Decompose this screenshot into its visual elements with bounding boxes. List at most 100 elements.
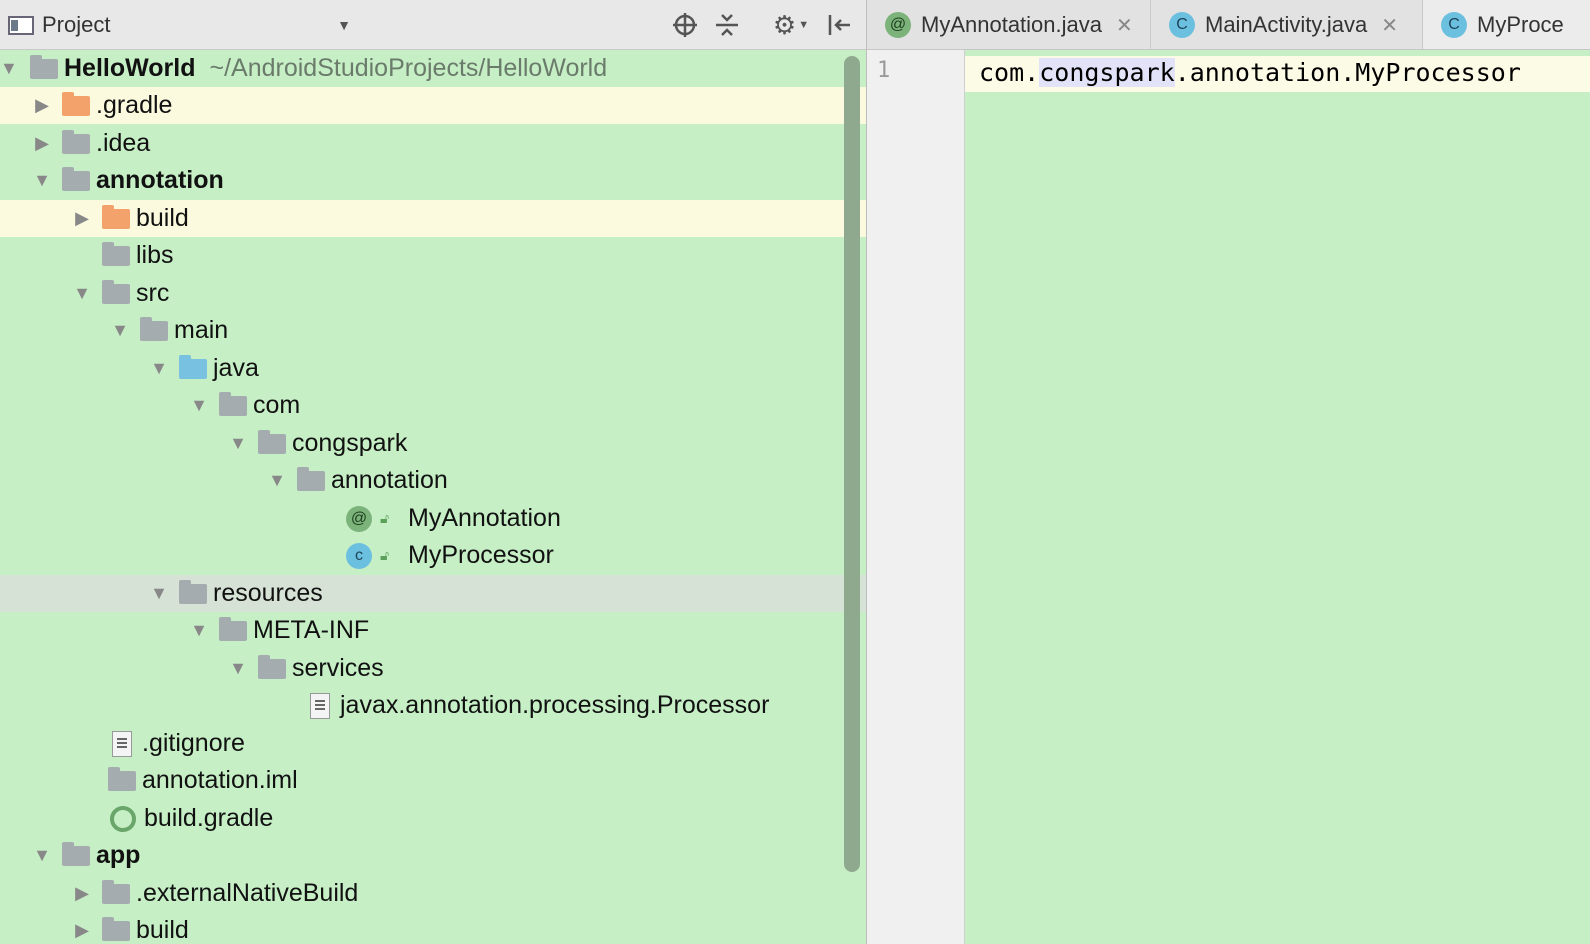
tree-label: resources [213, 579, 323, 607]
tab-myprocessor[interactable]: C MyProce [1423, 0, 1590, 49]
folder-icon [102, 204, 130, 229]
tree-label: MyProcessor [408, 541, 554, 569]
tree-row-idea[interactable]: ▶ .idea [0, 125, 866, 162]
tree-label: .externalNativeBuild [136, 879, 359, 907]
tree-label: MyAnnotation [408, 504, 561, 532]
tree-row-myannotation[interactable]: @ 🔓︎ MyAnnotation [0, 500, 866, 537]
code-line[interactable]: com.congspark.annotation.MyProcessor [979, 58, 1521, 87]
tree-row-build-gradle[interactable]: build.gradle [0, 800, 866, 837]
folder-icon [62, 91, 90, 116]
tree-label: app [96, 841, 141, 869]
gradle-icon [110, 805, 136, 832]
tree-row-gitignore[interactable]: .gitignore [0, 725, 866, 762]
folder-icon [258, 654, 286, 679]
tree-row-java[interactable]: ▼ java [0, 350, 866, 387]
tree-row-processor-file[interactable]: javax.annotation.processing.Processor [0, 687, 866, 724]
line-number-gutter: 1 [867, 50, 965, 944]
package-icon [297, 466, 325, 491]
tree-label: build [136, 204, 189, 232]
module-folder-icon [62, 841, 90, 866]
tab-myannotation[interactable]: @ MyAnnotation.java ✕ [867, 0, 1151, 49]
tree-row-annotation-module[interactable]: ▼ annotation [0, 162, 866, 199]
unlocked-icon: 🔓︎ [380, 547, 390, 563]
expand-arrow-icon[interactable]: ▼ [147, 358, 171, 379]
editor-panel: @ MyAnnotation.java ✕ C MainActivity.jav… [866, 0, 1590, 944]
tab-label: MyAnnotation.java [921, 12, 1102, 37]
project-tree: ▼ HelloWorld ~/AndroidStudioProjects/Hel… [0, 50, 866, 944]
tree-label: com [253, 391, 301, 419]
tree-row-build[interactable]: ▶ build [0, 200, 866, 237]
tab-label: MyProce [1477, 12, 1564, 37]
annotation-class-icon: @ [346, 505, 372, 532]
collapsed-arrow-icon[interactable]: ▶ [30, 133, 54, 154]
folder-icon [219, 616, 247, 641]
expand-arrow-icon[interactable]: ▼ [187, 395, 211, 416]
tree-row-libs[interactable]: libs [0, 237, 866, 274]
tree-row-annotation-package[interactable]: ▼ annotation [0, 462, 866, 499]
close-icon[interactable]: ✕ [1381, 13, 1398, 38]
expand-arrow-icon[interactable]: ▼ [108, 320, 132, 341]
expand-arrow-icon[interactable]: ▼ [0, 58, 18, 79]
tree-row-gradle[interactable]: ▶ .gradle [0, 87, 866, 124]
folder-icon [102, 879, 130, 904]
expand-arrow-icon[interactable]: ▼ [226, 658, 250, 679]
code-text: .annotation.MyProcessor [1174, 58, 1521, 87]
locate-icon[interactable] [670, 0, 700, 50]
project-view-title[interactable]: Project [42, 0, 110, 50]
tree-scrollbar[interactable] [844, 56, 860, 872]
class-icon: C [1441, 12, 1467, 38]
folder-icon [102, 916, 130, 941]
tree-row-resources[interactable]: ▼ resources [0, 575, 866, 612]
tree-label: java [213, 354, 259, 382]
tree-row-com[interactable]: ▼ com [0, 387, 866, 424]
gear-icon[interactable]: ⚙ ▼ [770, 0, 812, 50]
tree-label: META-INF [253, 616, 370, 644]
tree-label: congspark [292, 429, 408, 457]
tree-label: .gitignore [142, 729, 245, 757]
unlocked-icon: 🔓︎ [380, 510, 390, 526]
tree-label: services [292, 654, 384, 682]
module-folder-icon [30, 54, 58, 79]
text-file-icon [112, 730, 132, 757]
expand-arrow-icon[interactable]: ▼ [226, 433, 250, 454]
expand-arrow-icon[interactable]: ▼ [187, 620, 211, 641]
tree-row-annotation-iml[interactable]: annotation.iml [0, 762, 866, 799]
tree-label: HelloWorld [64, 54, 196, 82]
project-view-icon[interactable] [6, 0, 36, 50]
tree-row-app[interactable]: ▼ app [0, 837, 866, 874]
code-text: com. [979, 58, 1040, 87]
expand-arrow-icon[interactable]: ▼ [70, 283, 94, 304]
collapsed-arrow-icon[interactable]: ▶ [70, 883, 94, 904]
collapsed-arrow-icon[interactable]: ▶ [30, 95, 54, 116]
module-file-icon [108, 766, 136, 791]
editor-tab-bar: @ MyAnnotation.java ✕ C MainActivity.jav… [867, 0, 1590, 50]
expand-arrow-icon[interactable]: ▼ [147, 583, 171, 604]
chevron-down-icon[interactable]: ▼ [334, 0, 354, 50]
tree-row-externalnativebuild[interactable]: ▶ .externalNativeBuild [0, 875, 866, 912]
tree-label: annotation [96, 166, 224, 194]
package-icon [258, 429, 286, 454]
tree-row-services[interactable]: ▼ services [0, 650, 866, 687]
tab-mainactivity[interactable]: C MainActivity.java ✕ [1151, 0, 1423, 49]
collapsed-arrow-icon[interactable]: ▶ [70, 920, 94, 941]
close-icon[interactable]: ✕ [1116, 13, 1133, 38]
folder-icon [140, 316, 168, 341]
tree-label: src [136, 279, 170, 307]
class-icon: c [346, 542, 372, 569]
tree-row-helloworld[interactable]: ▼ HelloWorld ~/AndroidStudioProjects/Hel… [0, 50, 838, 87]
tree-row-meta-inf[interactable]: ▼ META-INF [0, 612, 866, 649]
tree-row-main[interactable]: ▼ main [0, 312, 866, 349]
tree-row-congspark[interactable]: ▼ congspark [0, 425, 866, 462]
collapsed-arrow-icon[interactable]: ▶ [70, 208, 94, 229]
annotation-class-icon: @ [885, 12, 911, 38]
tree-label: annotation [331, 466, 448, 494]
expand-arrow-icon[interactable]: ▼ [30, 845, 54, 866]
expand-arrow-icon[interactable]: ▼ [30, 170, 54, 191]
line-number: 1 [877, 58, 891, 83]
tree-row-myprocessor[interactable]: c 🔓︎ MyProcessor [0, 537, 866, 574]
tree-row-app-build[interactable]: ▶ build [0, 912, 866, 944]
collapse-all-icon[interactable] [712, 0, 742, 50]
tree-row-src[interactable]: ▼ src [0, 275, 866, 312]
expand-arrow-icon[interactable]: ▼ [265, 470, 289, 491]
hide-panel-icon[interactable] [824, 0, 854, 50]
